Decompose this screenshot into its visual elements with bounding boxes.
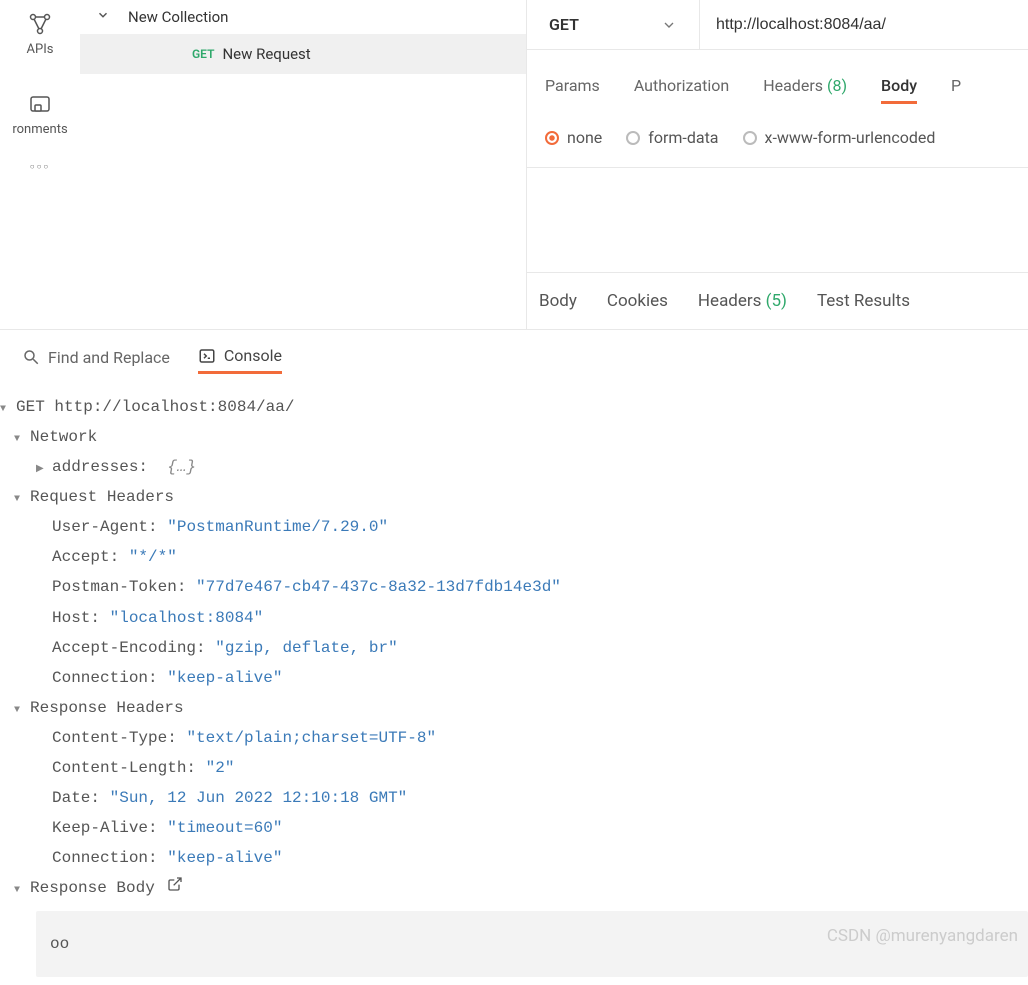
header-row: Keep-Alive: "timeout=60" (0, 813, 1028, 843)
request-row[interactable]: GET New Request (80, 34, 526, 74)
open-external-icon[interactable] (167, 873, 183, 903)
console-response-body[interactable]: ▼ Response Body (0, 873, 1028, 903)
response-tab-headers[interactable]: Headers (5) (698, 291, 787, 311)
method-badge: GET (192, 47, 214, 61)
response-body-content: oo (36, 911, 1028, 977)
header-row: Date: "Sun, 12 Jun 2022 12:10:18 GMT" (0, 783, 1028, 813)
method-select[interactable]: GET (527, 0, 700, 49)
collection-row[interactable]: New Collection (80, 0, 526, 34)
nav-environments[interactable]: ronments (12, 92, 67, 137)
search-icon (22, 348, 40, 366)
response-tab-cookies[interactable]: Cookies (607, 291, 668, 311)
collection-name: New Collection (128, 8, 228, 26)
console-addresses[interactable]: ▶ addresses: {…} (0, 452, 1028, 482)
tab-find-replace[interactable]: Find and Replace (22, 346, 170, 374)
header-row: Content-Length: "2" (0, 753, 1028, 783)
console-response-headers[interactable]: ▼ Response Headers (0, 693, 1028, 723)
console-request-line[interactable]: ▼ GET http://localhost:8084/aa/ (0, 392, 1028, 422)
radio-icon (626, 131, 640, 145)
header-row: Connection: "keep-alive" (0, 663, 1028, 693)
header-row: Content-Type: "text/plain;charset=UTF-8" (0, 723, 1028, 753)
radio-checked-icon (545, 131, 559, 145)
tab-headers[interactable]: Headers (8) (763, 76, 847, 104)
header-row: Accept: "*/*" (0, 542, 1028, 572)
environments-icon (28, 92, 52, 116)
response-tab-body[interactable]: Body (539, 291, 577, 311)
console-output: ▼ GET http://localhost:8084/aa/ ▼ Networ… (0, 384, 1028, 985)
nav-more[interactable]: ○○○ (30, 162, 51, 171)
radio-icon (743, 131, 757, 145)
console-request-headers[interactable]: ▼ Request Headers (0, 482, 1028, 512)
nav-environments-label: ronments (12, 122, 67, 137)
response-tab-tests[interactable]: Test Results (817, 291, 910, 311)
tab-params[interactable]: Params (545, 76, 600, 104)
body-type-none[interactable]: none (545, 128, 602, 147)
header-row: Host: "localhost:8084" (0, 603, 1028, 633)
nav-apis[interactable]: APIs (27, 12, 54, 57)
request-name: New Request (222, 45, 310, 63)
apis-icon (28, 12, 52, 36)
chevron-down-icon (96, 8, 110, 26)
tab-console[interactable]: Console (198, 346, 282, 374)
header-row: User-Agent: "PostmanRuntime/7.29.0" (0, 512, 1028, 542)
header-row: Postman-Token: "77d7e467-cb47-437c-8a32-… (0, 572, 1028, 602)
console-network[interactable]: ▼ Network (0, 422, 1028, 452)
body-type-form-data[interactable]: form-data (626, 128, 718, 147)
nav-apis-label: APIs (27, 42, 54, 57)
header-row: Connection: "keep-alive" (0, 843, 1028, 873)
body-empty-area (527, 168, 1028, 272)
tab-authorization[interactable]: Authorization (634, 76, 729, 104)
tab-body[interactable]: Body (881, 76, 917, 104)
tab-more[interactable]: P (951, 76, 961, 104)
body-type-xform[interactable]: x-www-form-urlencoded (743, 128, 936, 147)
chevron-down-icon (661, 17, 677, 33)
header-row: Accept-Encoding: "gzip, deflate, br" (0, 633, 1028, 663)
method-select-value: GET (549, 15, 579, 34)
console-icon (198, 347, 216, 365)
url-input[interactable] (700, 0, 1028, 49)
